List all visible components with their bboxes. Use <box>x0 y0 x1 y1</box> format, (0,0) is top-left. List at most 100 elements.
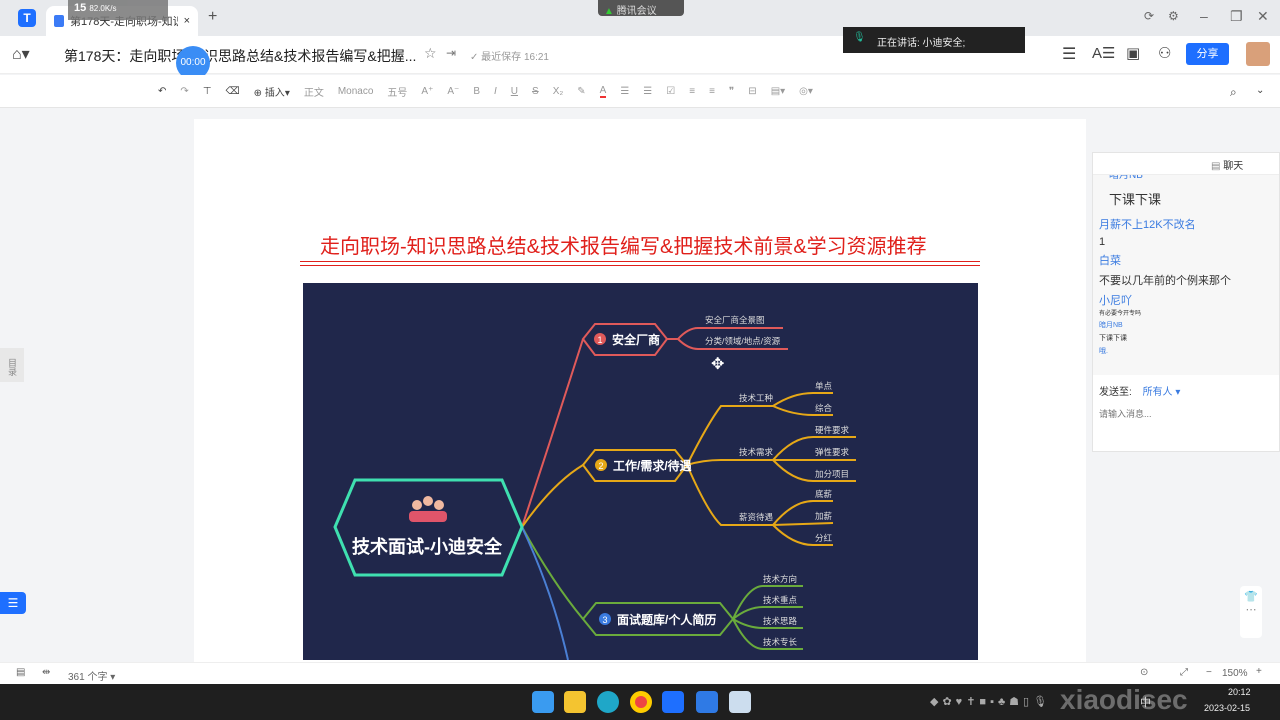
tab-close-button[interactable]: × <box>184 15 190 27</box>
template-icon[interactable]: ▤▾ <box>771 86 785 97</box>
font-select[interactable]: Monaco <box>338 86 374 97</box>
move-icon[interactable]: ⇥ <box>446 46 456 60</box>
underline-icon[interactable]: U <box>511 86 518 97</box>
highlight-icon[interactable]: ✎ <box>577 86 585 97</box>
node-label: 面试题库/个人简历 <box>617 612 716 627</box>
collaborators-icon[interactable]: ⚇ <box>1158 44 1171 62</box>
shirt-icon[interactable]: 👕 <box>1240 590 1262 603</box>
edge-branch-4 <box>521 526 569 661</box>
chat-message: 下课下课 <box>1099 335 1127 342</box>
center-node-border <box>333 478 524 577</box>
chat-input[interactable] <box>1099 409 1269 419</box>
bold-icon[interactable]: B <box>473 86 480 97</box>
tencent-docs-icon[interactable] <box>662 691 684 713</box>
page-view-icon[interactable]: ▤ <box>16 667 25 678</box>
send-to-label: 发送至: <box>1099 387 1132 398</box>
insert-button[interactable]: ⊕ 插入▾ <box>254 84 290 99</box>
redo-icon[interactable]: ↷ <box>180 86 188 97</box>
node-label: 安全厂商 <box>612 332 660 347</box>
width-icon[interactable]: ⇹ <box>42 667 50 678</box>
subscript-icon[interactable]: X₂ <box>553 86 564 97</box>
mic-icon: 🎙 <box>853 32 866 43</box>
clock-date[interactable]: 2023-02-15 <box>1204 703 1250 713</box>
divider-icon[interactable]: ⊟ <box>748 86 756 97</box>
sub-node-label: 技术工种 <box>739 393 773 403</box>
sync-icon[interactable]: ⟳ <box>1144 9 1154 23</box>
search-icon[interactable]: ⌕ <box>1230 85 1237 100</box>
zoom-level[interactable]: 150% <box>1222 668 1248 679</box>
chat-message: 下课下课 <box>1109 192 1162 207</box>
word-count[interactable]: 361 个字 ▾ <box>68 668 115 683</box>
browser-tab-bar: T 第178天-走向职场-知识... × + 15 82.0K/s ▲ 腾讯会议… <box>0 0 1280 36</box>
more-icon[interactable]: ⋯ <box>1240 603 1262 616</box>
restore-button[interactable]: ❐ <box>1230 8 1243 25</box>
ime-indicator[interactable]: 中 <box>1140 694 1151 710</box>
toc-toggle[interactable]: 目录 <box>0 348 24 382</box>
format-painter-icon[interactable]: ⊤ <box>203 86 212 97</box>
edge-branch-1 <box>521 338 584 528</box>
notepad-icon[interactable] <box>729 691 751 713</box>
app-logo-icon[interactable]: T <box>18 9 36 27</box>
doc-title[interactable]: 第178天：走向职场-知识思路总结&技术报告编写&把握... <box>64 46 416 66</box>
document-heading[interactable]: 走向职场-知识思路总结&技术报告编写&把握技术前景&学习资源推荐 <box>320 230 980 259</box>
star-icon[interactable]: ☆ <box>424 45 437 62</box>
chat-sender: 暗月NB <box>1099 322 1123 329</box>
tray-icons[interactable]: ◆✿♥✝■▪♣☗▯🎙 <box>930 695 1051 708</box>
close-window-button[interactable]: ✕ <box>1257 8 1269 25</box>
font-grow-icon[interactable]: A⁺ <box>421 86 433 97</box>
chrome-icon[interactable] <box>630 691 652 713</box>
collapse-toolbar-icon[interactable]: ⌄ <box>1256 85 1264 96</box>
settings-icon[interactable]: ⚙ <box>1168 9 1179 23</box>
numbered-list-icon[interactable]: ☰ <box>643 86 652 97</box>
style-select[interactable]: 正文 <box>304 84 324 99</box>
bullet-list-icon[interactable]: ☰ <box>620 86 629 97</box>
quote-icon[interactable]: ❞ <box>729 86 734 97</box>
chat-message: 不要以几年前的个例来那个 <box>1099 275 1231 287</box>
leaf-label: 底薪 <box>815 489 833 499</box>
save-status: ✓ 最近保存 16:21 <box>470 52 549 63</box>
edge-icon[interactable] <box>597 691 619 713</box>
present-icon[interactable]: ▣ <box>1126 44 1140 62</box>
plugin-icon[interactable]: ◎▾ <box>799 86 813 97</box>
side-tools: 👕 ⋯ <box>1240 586 1262 638</box>
chat-message: 有必要今开专吗 <box>1099 311 1142 317</box>
home-icon[interactable]: ⌂▾ <box>12 44 30 64</box>
leaf-label: 弹性要求 <box>815 447 850 457</box>
menu-icon[interactable]: ☰ <box>1062 44 1076 64</box>
battery-overlay: 15 82.0K/s <box>68 0 168 20</box>
speaking-banner: 🎙 正在讲话: 小迪安全; <box>843 27 1025 53</box>
mindmap-image[interactable]: 技术面试-小迪安全 1 安全厂商 安全厂商全景图 分类/领域/地点/资源 2 工… <box>303 283 978 661</box>
chat-sender: 小尼吖 <box>1099 295 1132 307</box>
start-icon[interactable] <box>532 691 554 713</box>
undo-icon[interactable]: ↶ <box>158 86 166 97</box>
checklist-icon[interactable]: ☑ <box>666 86 675 97</box>
strikethrough-icon[interactable]: S <box>532 86 539 97</box>
battery-value: 15 <box>74 2 87 14</box>
avatar[interactable] <box>1246 42 1270 66</box>
recipient-value: 所有人 <box>1142 387 1173 398</box>
zoom-in-button[interactable]: + <box>1256 666 1262 677</box>
meeting-app-icon[interactable] <box>696 691 718 713</box>
font-color-icon[interactable]: A <box>599 85 607 98</box>
file-explorer-icon[interactable] <box>564 691 586 713</box>
play-icon[interactable]: ⊙ <box>1140 667 1148 678</box>
font-settings-icon[interactable]: A☰ <box>1092 44 1115 62</box>
chat-messages[interactable]: 暗月NB 下课下课 月薪不上12K不改名 1 白菜 不要以几年前的个例来那个 小… <box>1093 175 1279 375</box>
minimize-button[interactable]: – <box>1200 8 1208 24</box>
font-shrink-icon[interactable]: A⁻ <box>447 86 459 97</box>
clock-time[interactable]: 20:12 <box>1228 687 1251 697</box>
zoom-out-button[interactable]: − <box>1206 667 1212 678</box>
italic-icon[interactable]: I <box>494 86 497 97</box>
new-tab-button[interactable]: + <box>208 8 217 26</box>
fit-icon[interactable]: ⤢ <box>1180 667 1188 678</box>
meeting-indicator[interactable]: ▲ 腾讯会议 <box>598 0 684 17</box>
share-button[interactable]: 分享 <box>1186 43 1229 65</box>
badge-number: 1 <box>597 335 602 345</box>
leaf-label: 安全厂商全景图 <box>705 315 765 325</box>
size-select[interactable]: 五号 <box>387 84 407 99</box>
outline-button[interactable]: ☰ <box>0 592 26 614</box>
indent-icon[interactable]: ≡ <box>709 86 715 97</box>
align-icon[interactable]: ≡ <box>689 86 695 97</box>
clear-format-icon[interactable]: ⌫ <box>226 86 240 97</box>
recipient-select[interactable]: 所有人 ▾ <box>1143 387 1181 398</box>
